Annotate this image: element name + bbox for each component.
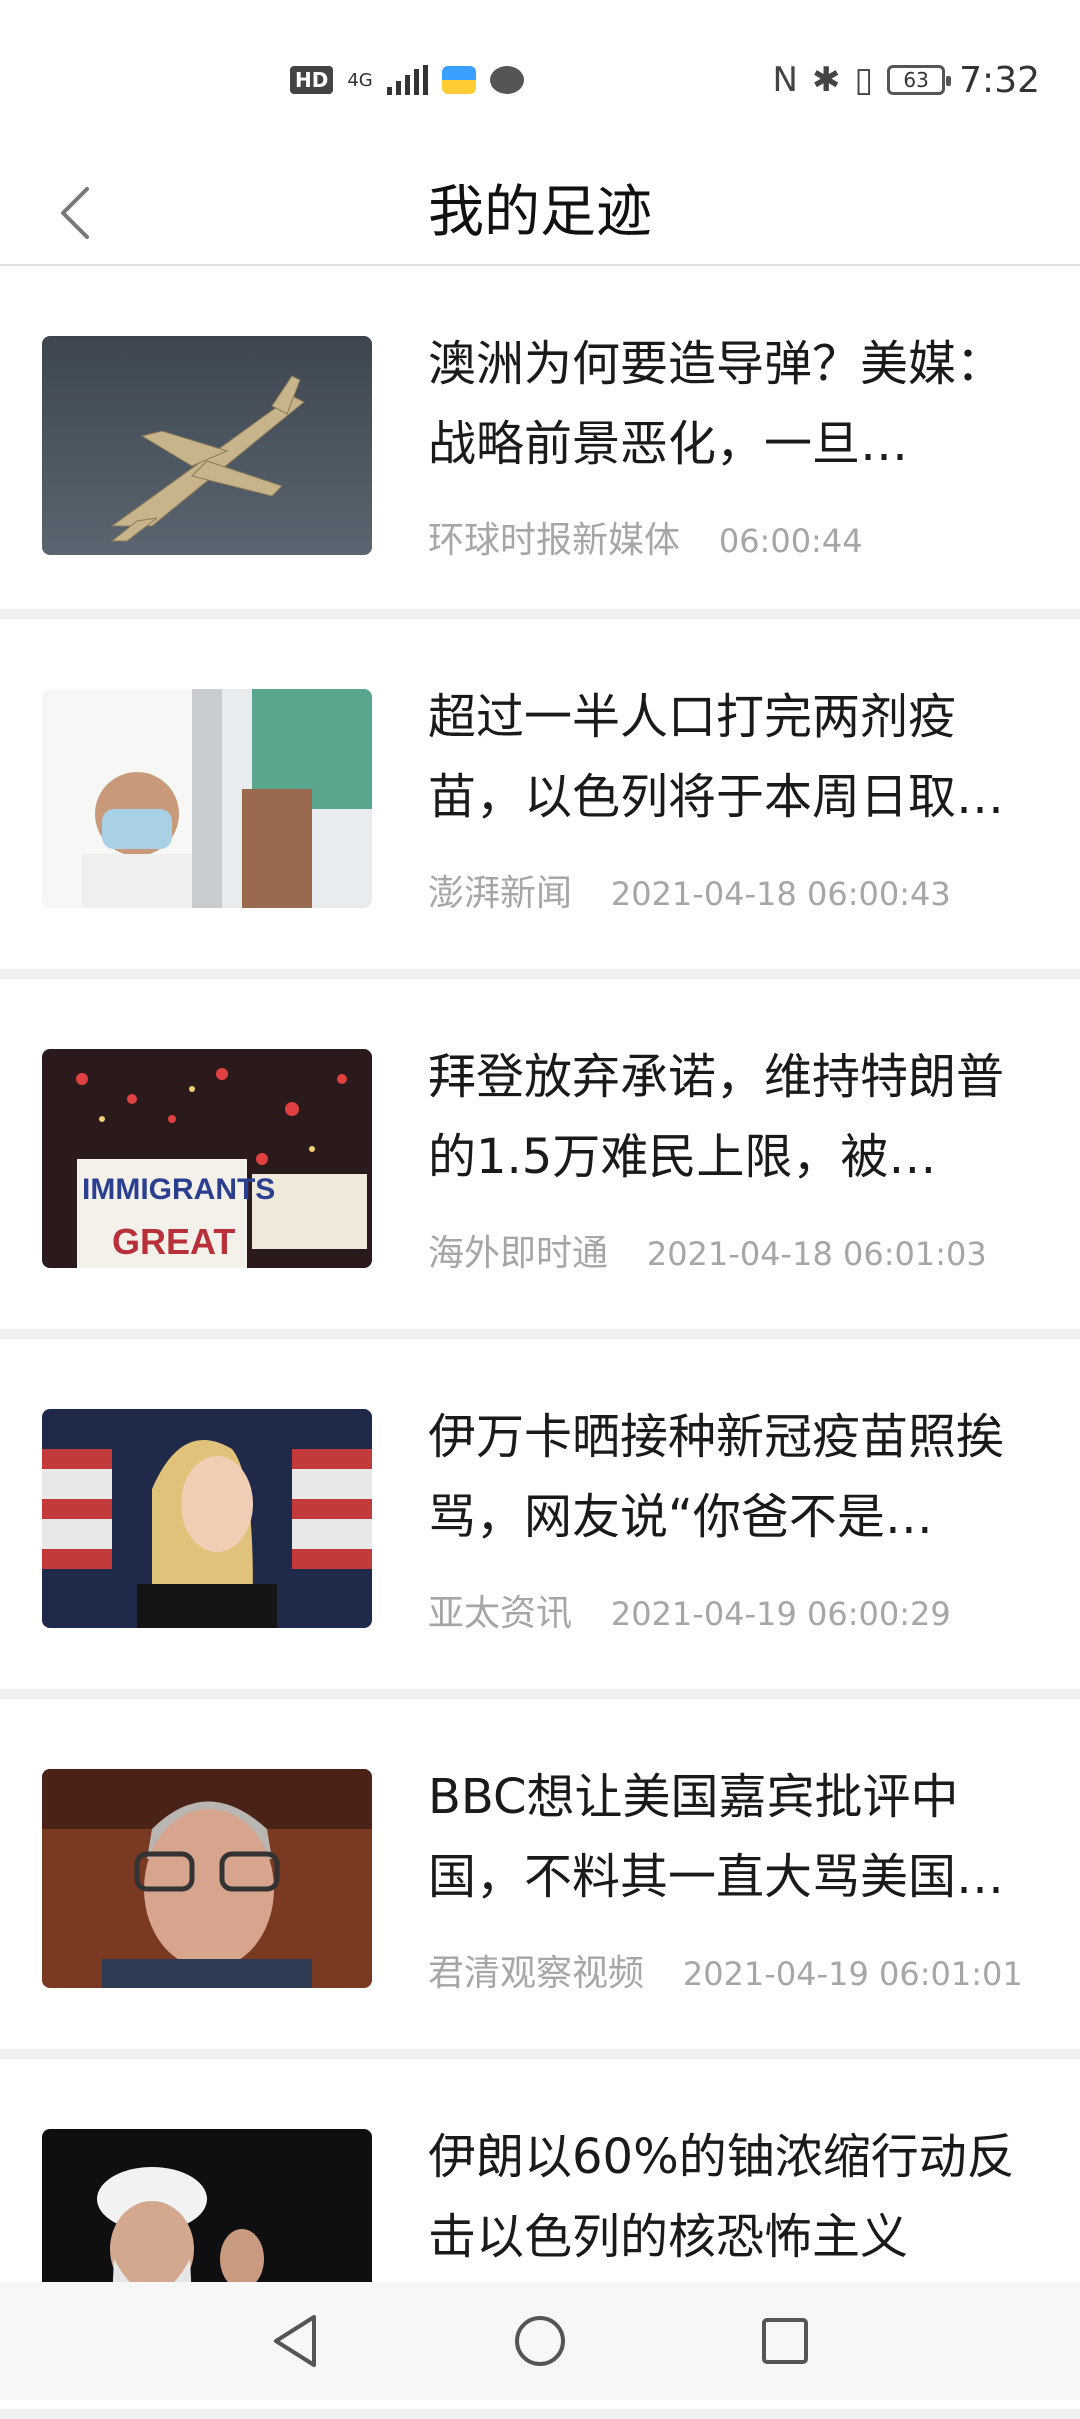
status-left: HD 4G xyxy=(290,65,524,95)
wallet-app-icon xyxy=(441,66,476,94)
triangle-back-icon xyxy=(274,2315,316,2367)
news-meta: 海外即时通 2021-04-18 06:01:03 xyxy=(428,1224,987,1276)
svg-text:GREAT: GREAT xyxy=(112,1221,235,1262)
nfc-icon: N xyxy=(772,60,798,100)
news-source: 澎湃新闻 xyxy=(428,873,573,914)
square-recents-icon xyxy=(762,2318,808,2364)
news-thumbnail-portrait-woman xyxy=(42,1409,372,1628)
system-nav-bar xyxy=(0,2282,1080,2400)
hd-badge: HD xyxy=(290,66,334,94)
news-title: 超过一半人口打完两剂疫苗，以色列将于本周日取… xyxy=(428,689,1005,825)
list-item[interactable]: BBC想让美国嘉宾批评中国，不料其一直大骂美国… 君清观察视频 2021-04-… xyxy=(0,1699,1080,2059)
news-meta: 亚太资讯 2021-04-19 06:00:29 xyxy=(428,1584,951,1636)
list-item[interactable]: 超过一半人口打完两剂疫苗，以色列将于本周日取… 澎湃新闻 2021-04-18 … xyxy=(0,619,1080,979)
footprint-list: 澳洲为何要造导弹？美媒：战略前景恶化，一旦… 环球时报新媒体 06:00:44 … xyxy=(0,266,1080,2419)
battery-icon: 63 xyxy=(887,65,952,95)
news-time: 2021-04-18 06:00:43 xyxy=(610,875,951,913)
clock: 7:32 xyxy=(959,59,1040,101)
list-item[interactable]: 伊万卡晒接种新冠疫苗照挨骂，网友说“你爸不是… 亚太资讯 2021-04-19 … xyxy=(0,1339,1080,1699)
network-type: 4G xyxy=(347,69,373,91)
svg-text:IMMIGRANTS: IMMIGRANTS xyxy=(82,1173,275,1206)
news-time: 2021-04-18 06:01:03 xyxy=(646,1235,987,1273)
news-thumbnail-vaccine xyxy=(42,689,372,908)
news-source: 海外即时通 xyxy=(428,1233,609,1274)
news-time: 2021-04-19 06:00:29 xyxy=(610,1595,951,1633)
message-icon xyxy=(489,66,524,94)
list-item[interactable]: IMMIGRANTS GREAT 拜登放弃承诺，维持特朗普的1.5万难民上限，被… xyxy=(0,979,1080,1339)
news-title: 拜登放弃承诺，维持特朗普的1.5万难民上限，被… xyxy=(428,1049,1005,1185)
signal-icon xyxy=(386,65,428,95)
news-thumbnail-protest: IMMIGRANTS GREAT xyxy=(42,1049,372,1268)
circle-home-icon xyxy=(515,2316,565,2366)
news-title: 澳洲为何要造导弹？美媒：战略前景恶化，一旦… xyxy=(428,336,1005,472)
news-meta: 环球时报新媒体 06:00:44 xyxy=(428,511,863,563)
news-thumbnail-jet xyxy=(42,336,372,555)
news-meta: 澎湃新闻 2021-04-18 06:00:43 xyxy=(428,864,951,916)
news-title: BBC想让美国嘉宾批评中国，不料其一直大骂美国… xyxy=(428,1769,1005,1905)
news-time: 06:00:44 xyxy=(718,522,863,560)
news-title: 伊朗以60%的铀浓缩行动反击以色列的核恐怖主义 xyxy=(428,2129,1015,2265)
nav-home-button[interactable] xyxy=(510,2311,570,2371)
news-title: 伊万卡晒接种新冠疫苗照挨骂，网友说“你爸不是… xyxy=(428,1409,1005,1545)
vibrate-icon: ▯ xyxy=(854,60,874,100)
bluetooth-icon: ✱ xyxy=(811,60,841,100)
list-item[interactable]: 澳洲为何要造导弹？美媒：战略前景恶化，一旦… 环球时报新媒体 06:00:44 xyxy=(0,266,1080,619)
news-time: 2021-04-19 06:01:01 xyxy=(682,1955,1023,1993)
news-source: 亚太资讯 xyxy=(428,1593,573,1634)
chevron-left-icon xyxy=(61,187,89,239)
news-thumbnail-portrait-man xyxy=(42,1769,372,1988)
top-app-bar: 我的足迹 xyxy=(0,160,1080,266)
nav-recents-button[interactable] xyxy=(755,2311,815,2371)
nav-back-button[interactable] xyxy=(265,2311,325,2371)
news-source: 君清观察视频 xyxy=(428,1953,645,1994)
battery-level: 63 xyxy=(903,68,929,92)
back-button[interactable] xyxy=(40,178,110,248)
status-bar: HD 4G N ✱ ▯ 63 7:32 xyxy=(0,0,1080,160)
news-source: 环球时报新媒体 xyxy=(428,520,681,561)
page-title: 我的足迹 xyxy=(428,180,652,245)
news-meta: 君清观察视频 2021-04-19 06:01:01 xyxy=(428,1944,1023,1996)
status-right: N ✱ ▯ 63 7:32 xyxy=(773,60,1041,101)
